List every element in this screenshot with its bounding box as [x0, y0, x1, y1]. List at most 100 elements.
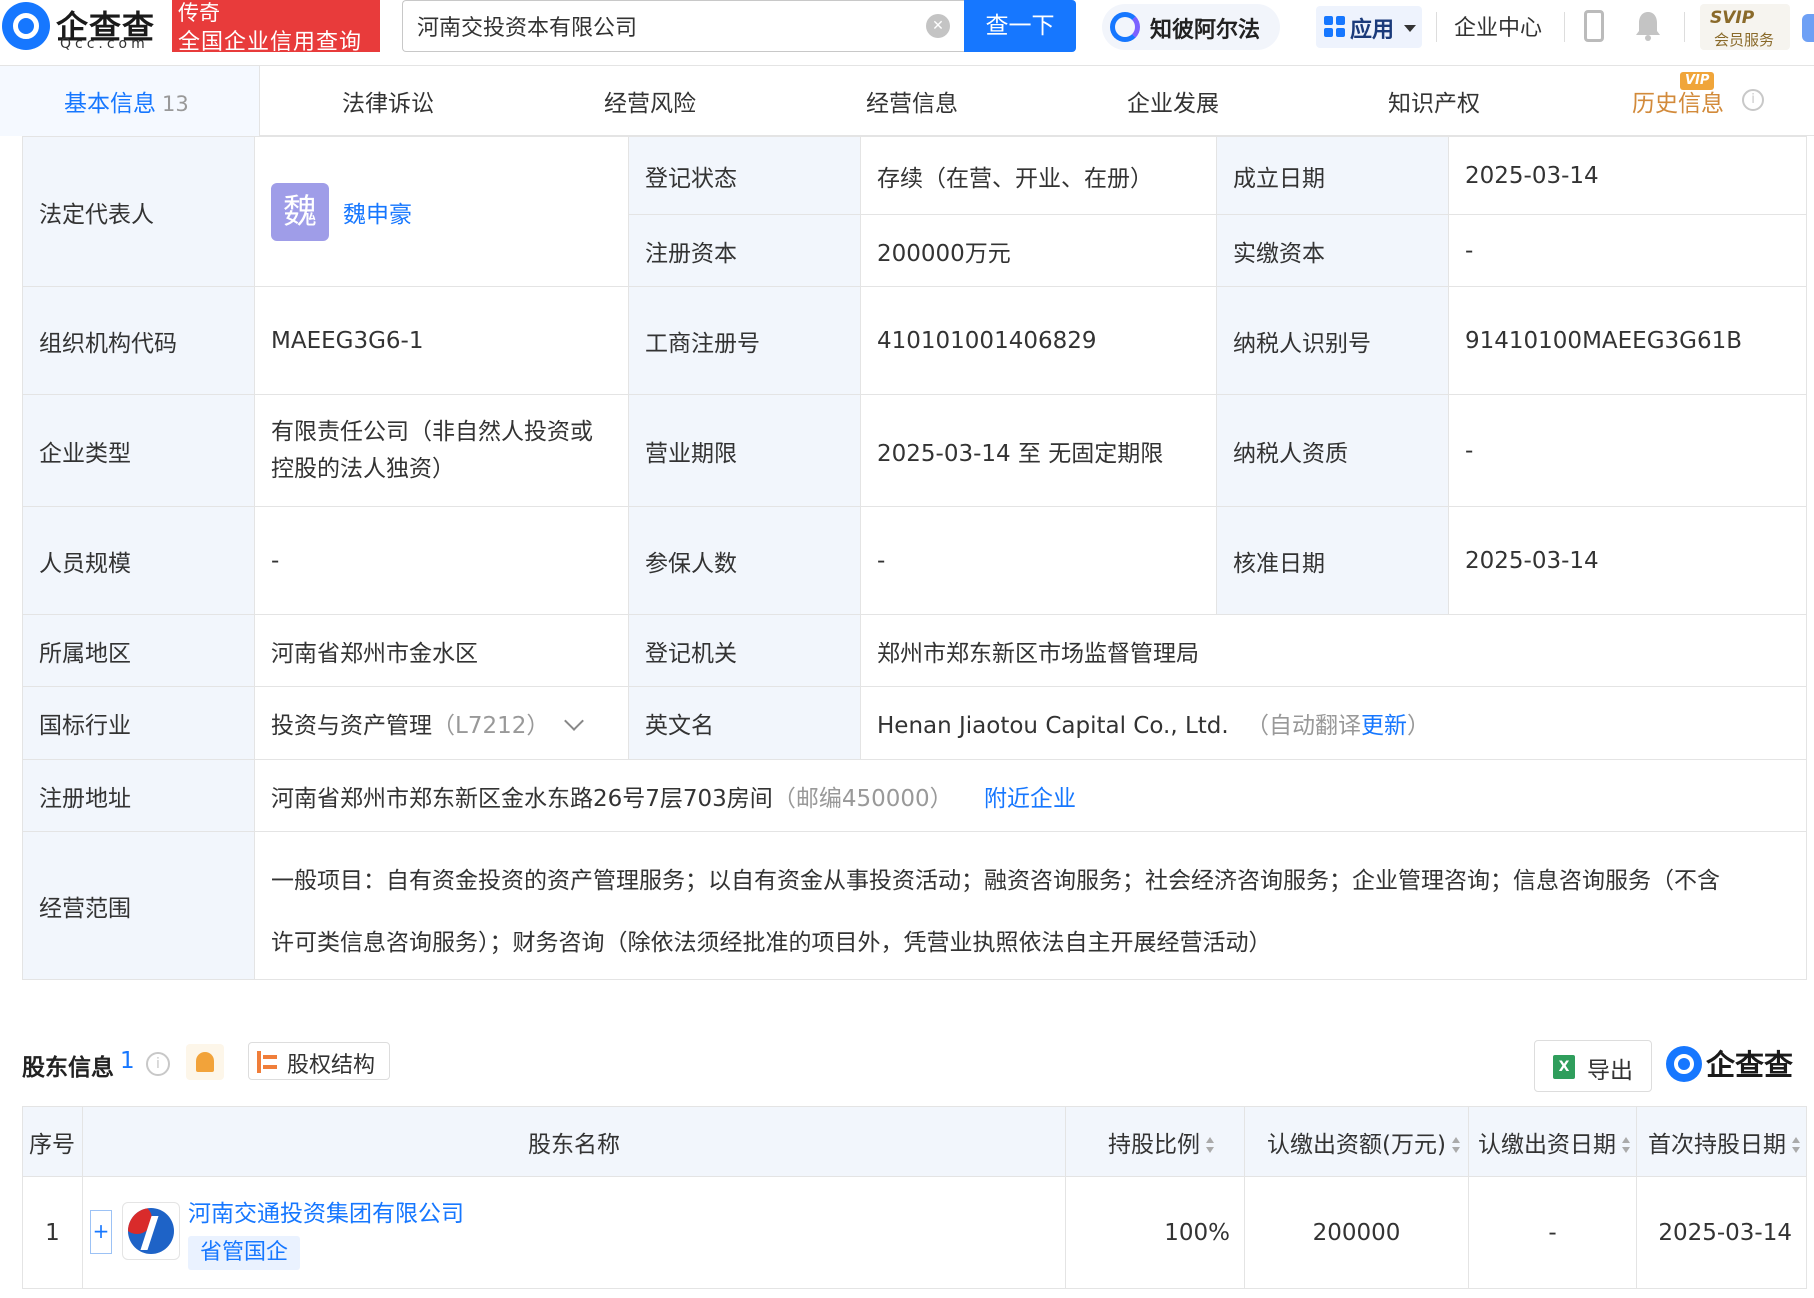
col-date[interactable]: 认缴出资日期: [1468, 1106, 1637, 1177]
caret-down-icon: [1404, 25, 1416, 32]
company-logo[interactable]: [122, 1202, 180, 1260]
col-name-label: 股东名称: [528, 1131, 620, 1158]
tab-legal[interactable]: 法律诉讼: [342, 84, 434, 118]
biz-reg-no-value: 410101001406829: [860, 286, 1217, 395]
export-button[interactable]: X 导出: [1534, 1040, 1652, 1092]
reg-status-label: 登记状态: [628, 136, 861, 215]
insured-label: 参保人数: [628, 506, 861, 615]
legal-rep-cell: 魏魏申豪: [254, 136, 629, 287]
approve-date-label: 核准日期: [1216, 506, 1449, 615]
taxpayer-qual-label: 纳税人资质: [1216, 394, 1449, 507]
shareholder-name-link[interactable]: 河南交通投资集团有限公司: [188, 1194, 464, 1228]
auto-translate-text: （自动翻译: [1246, 713, 1361, 739]
reg-status-value: 存续（在营、开业、在册）: [860, 136, 1217, 215]
col-first-date-label: 首次持股日期: [1648, 1131, 1786, 1158]
apps-menu-button[interactable]: 应用: [1316, 6, 1422, 48]
staff-size-label: 人员规模: [22, 506, 255, 615]
expand-plus-button[interactable]: +: [90, 1210, 112, 1254]
qcc-watermark-label: 企查查: [1706, 1048, 1794, 1082]
nearby-companies-link[interactable]: 附近企业: [984, 786, 1076, 812]
org-code-label: 组织机构代码: [22, 286, 255, 395]
reg-capital-label: 注册资本: [628, 214, 861, 287]
qcc-logo-icon[interactable]: [2, 2, 50, 50]
divider: [1684, 12, 1685, 42]
scope-cell: 一般项目：自有资金投资的资产管理服务；以自有资金从事投资活动；融资咨询服务；社会…: [254, 831, 1807, 980]
english-name-label: 英文名: [628, 686, 861, 760]
apps-label: 应用: [1350, 18, 1395, 43]
svip-sub-label: 会员服务: [1714, 31, 1775, 49]
mobile-icon[interactable]: [1584, 10, 1604, 42]
sort-icon[interactable]: [1206, 1137, 1214, 1153]
divider: [1436, 12, 1437, 42]
info-icon[interactable]: i: [1742, 89, 1764, 111]
side-panel-icon[interactable]: [1802, 14, 1814, 42]
search-button[interactable]: 查一下: [964, 0, 1076, 52]
structure-icon: [257, 1051, 279, 1073]
tab-risk[interactable]: 经营风险: [604, 84, 696, 118]
company-type-line1: 有限责任公司（非自然人投资或: [271, 418, 593, 445]
term-label: 营业期限: [628, 394, 861, 507]
biz-reg-no-label: 工商注册号: [628, 286, 861, 395]
org-code-value: MAEEG3G6-1: [254, 286, 629, 395]
english-name-value: Henan Jiaotou Capital Co., Ltd.: [877, 713, 1229, 739]
info-icon[interactable]: i: [146, 1052, 170, 1076]
clear-icon[interactable]: ✕: [926, 14, 950, 38]
grid-icon: [1324, 16, 1346, 38]
excel-icon: X: [1553, 1055, 1575, 1079]
company-type-label: 企业类型: [22, 394, 255, 507]
sort-icon[interactable]: [1622, 1137, 1630, 1153]
address-cell: 河南省郑州市郑东新区金水东路26号7层703房间（邮编450000） 附近企业: [254, 759, 1807, 832]
row-seq: 1: [22, 1176, 83, 1289]
monitor-bell-button[interactable]: [186, 1044, 224, 1080]
row-ratio: 100%: [1065, 1176, 1245, 1289]
paid-capital-value: -: [1448, 214, 1807, 287]
tab-basic-info[interactable]: 基本信息 13: [64, 84, 189, 118]
address-value: 河南省郑州市郑东新区金水东路26号7层703房间: [271, 785, 773, 812]
zhibi-alpha-button[interactable]: 知彼阿尔法: [1102, 4, 1280, 50]
tab-development[interactable]: 企业发展: [1127, 84, 1219, 118]
tax-id-label: 纳税人识别号: [1216, 286, 1449, 395]
authority-label: 登记机关: [628, 614, 861, 687]
shareholder-tag[interactable]: 省管国企: [188, 1236, 301, 1270]
col-amount-label: 认缴出资额(万元): [1267, 1131, 1446, 1158]
zhibi-label: 知彼阿尔法: [1150, 18, 1261, 43]
row-amount: 200000: [1244, 1176, 1469, 1289]
scope-label: 经营范围: [22, 831, 255, 980]
paid-capital-label: 实缴资本: [1216, 214, 1449, 287]
col-first-date[interactable]: 首次持股日期: [1636, 1106, 1807, 1177]
row-date: -: [1468, 1176, 1637, 1289]
legal-rep-name[interactable]: 魏申豪: [343, 195, 412, 229]
logo-domain: Qcc.com: [60, 36, 149, 52]
shareholder-count: 1: [120, 1048, 135, 1074]
tab-ip[interactable]: 知识产权: [1388, 84, 1480, 118]
industry-label: 国标行业: [22, 686, 255, 760]
industry-cell: 投资与资产管理（L7212）: [254, 686, 629, 760]
vip-badge: VIP: [1680, 72, 1715, 90]
sort-icon[interactable]: [1792, 1137, 1800, 1153]
chevron-down-icon[interactable]: [564, 711, 585, 731]
equity-structure-button[interactable]: 股权结构: [248, 1042, 390, 1080]
enterprise-center-link[interactable]: 企业中心: [1454, 10, 1542, 42]
row-first-date: 2025-03-14: [1636, 1176, 1807, 1289]
company-logo-mark: [128, 1208, 174, 1254]
col-date-label: 认缴出资日期: [1478, 1131, 1616, 1158]
scope-line2: 许可类信息咨询服务）；财务咨询（除依法须经批准的项目外，凭营业执照依法自主开展经…: [271, 929, 1272, 956]
col-name: 股东名称: [82, 1106, 1066, 1177]
company-type-line2: 控股的法人独资）: [271, 455, 455, 482]
industry-code: （L7212）: [432, 713, 550, 739]
found-date-value: 2025-03-14: [1448, 136, 1807, 215]
col-amount[interactable]: 认缴出资额(万元): [1244, 1106, 1469, 1177]
tab-business[interactable]: 经营信息: [866, 84, 958, 118]
col-ratio[interactable]: 持股比例: [1065, 1106, 1245, 1177]
avatar[interactable]: 魏: [271, 182, 329, 241]
scope-line1: 一般项目：自有资金投资的资产管理服务；以自有资金从事投资活动；融资咨询服务；社会…: [271, 867, 1720, 894]
bell-icon[interactable]: [1634, 10, 1662, 42]
update-link[interactable]: 更新: [1361, 713, 1407, 739]
sort-icon[interactable]: [1452, 1137, 1460, 1153]
address-label: 注册地址: [22, 759, 255, 832]
tab-basic-label: 基本信息: [64, 91, 156, 117]
industry-value: 投资与资产管理: [271, 713, 432, 739]
svip-button[interactable]: SVIP 会员服务: [1700, 4, 1790, 50]
company-type-value: 有限责任公司（非自然人投资或 控股的法人独资）: [254, 394, 629, 507]
search-input[interactable]: [417, 9, 917, 43]
